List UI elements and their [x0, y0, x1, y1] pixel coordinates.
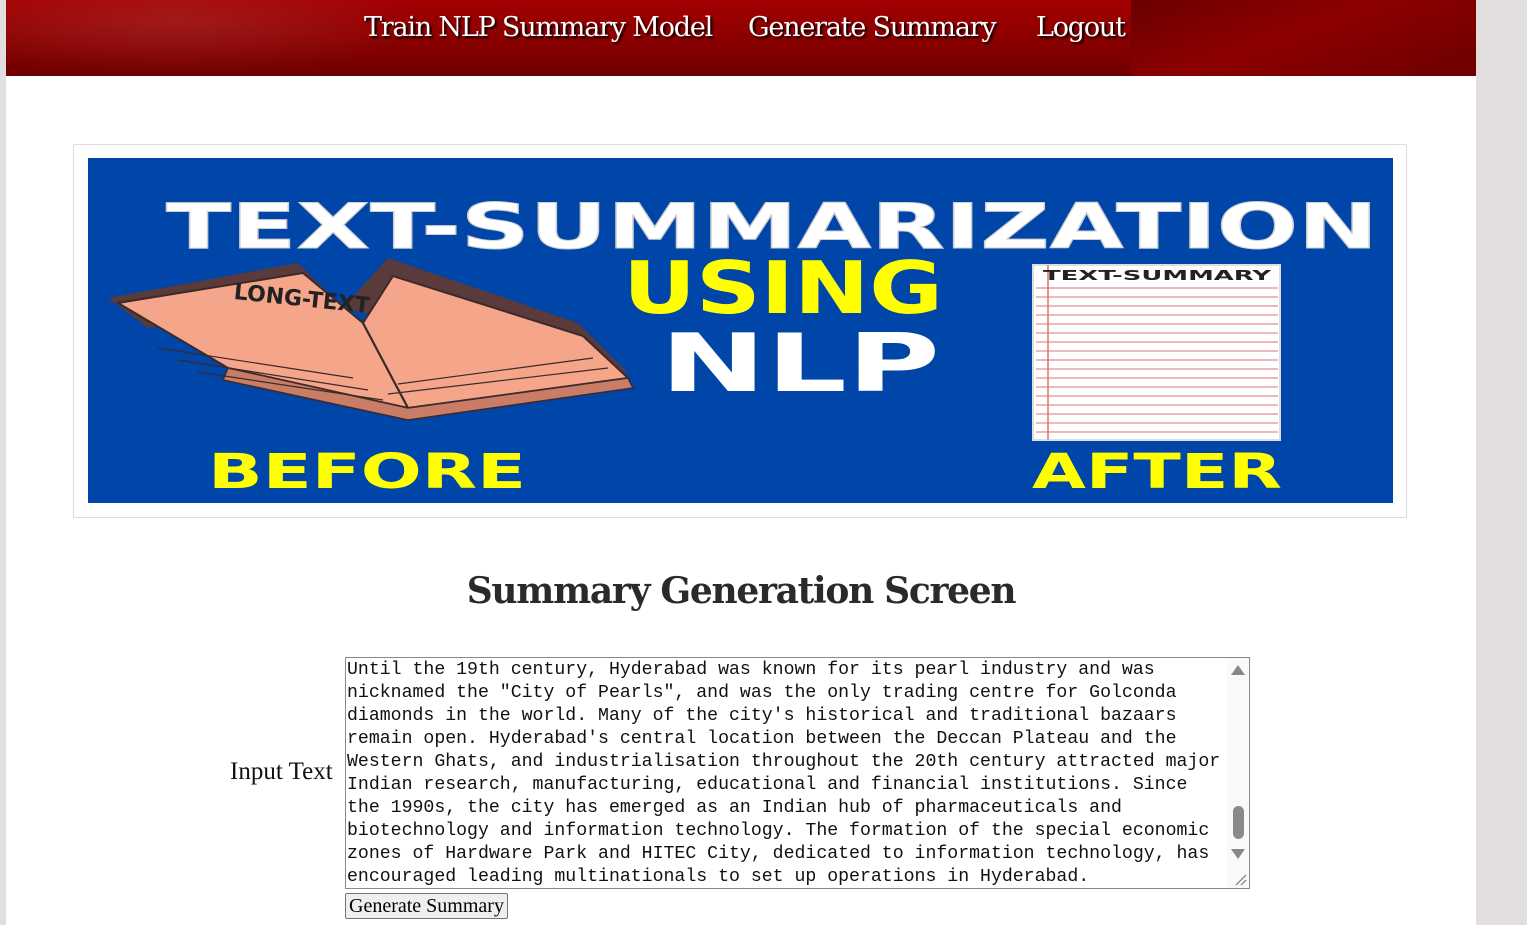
resize-grip-icon[interactable]	[1233, 872, 1247, 886]
top-navbar: Train NLP Summary Model Generate Summary…	[6, 0, 1476, 76]
banner-frame: TEXT-SUMMARIZATION LONG-TEXT USING NLP T…	[73, 144, 1407, 518]
banner-graphic: TEXT-SUMMARIZATION LONG-TEXT USING NLP T…	[108, 190, 1379, 500]
generate-summary-button[interactable]: Generate Summary	[345, 893, 508, 919]
nav-train-model-link[interactable]: Train NLP Summary Model	[364, 12, 713, 43]
nav-logout-link[interactable]: Logout	[1036, 12, 1126, 43]
banner-nlp: NLP	[660, 317, 940, 410]
open-book-icon	[108, 258, 635, 421]
banner-after: AFTER	[1032, 444, 1282, 500]
textarea-scrollbar[interactable]	[1227, 658, 1249, 888]
banner-before: BEFORE	[208, 444, 526, 500]
summary-sheet-icon	[1032, 264, 1281, 441]
scroll-thumb[interactable]	[1233, 806, 1244, 839]
scroll-down-arrow-icon[interactable]	[1231, 849, 1245, 859]
sheet-label: TEXT-SUMMARY	[1043, 269, 1272, 284]
banner-image: TEXT-SUMMARIZATION LONG-TEXT USING NLP T…	[88, 158, 1393, 503]
input-text-box: Until the 19th century, Hyderabad was kn…	[345, 657, 1250, 889]
input-text-label: Input Text	[230, 758, 333, 785]
page-title: Summary Generation Screen	[466, 570, 1017, 612]
scroll-up-arrow-icon[interactable]	[1231, 665, 1245, 675]
input-text-area[interactable]: Until the 19th century, Hyderabad was kn…	[346, 658, 1228, 888]
page: Train NLP Summary Model Generate Summary…	[6, 0, 1476, 925]
nav-generate-summary-link[interactable]: Generate Summary	[748, 12, 997, 43]
